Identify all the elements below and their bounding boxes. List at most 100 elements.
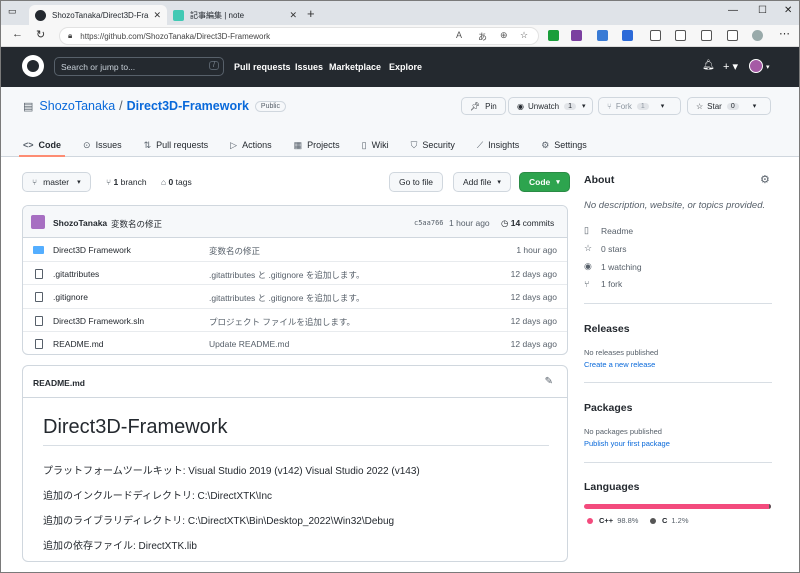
pencil-icon[interactable]: ✎: [545, 376, 553, 387]
extension-check-icon[interactable]: [548, 30, 559, 41]
file-name-link[interactable]: README.md: [53, 339, 104, 349]
favorite-icon[interactable]: ☆: [520, 30, 528, 41]
nav-pull-requests[interactable]: Pull requests: [234, 62, 291, 72]
tab-settings[interactable]: ⚙ Settings: [541, 133, 587, 157]
tab-code[interactable]: <> Code: [18, 133, 66, 157]
tab-label: Insights: [488, 140, 520, 150]
tag-icon: ⌂: [161, 177, 167, 187]
watching-link[interactable]: ◉ 1 watching: [584, 261, 642, 272]
pin-button[interactable]: 📌︎ Pin: [461, 97, 506, 115]
branches-link[interactable]: ⑂ 1 branch: [106, 177, 147, 187]
browser-tab-title: 記事編集 | note: [190, 10, 245, 20]
commits-count: 14: [510, 218, 521, 228]
stars-link[interactable]: ☆ 0 stars: [584, 243, 627, 254]
divider: [584, 462, 772, 463]
author-avatar[interactable]: [31, 215, 45, 229]
repo-name-link[interactable]: Direct3D-Framework: [127, 99, 249, 113]
commit-author[interactable]: ShozoTanaka: [53, 218, 107, 228]
collections-icon[interactable]: [701, 30, 712, 41]
create-new-icon[interactable]: + ▾: [723, 60, 738, 73]
language-cpp[interactable]: C++ 98.8%: [587, 516, 638, 525]
chevron-down-icon[interactable]: ▾: [766, 63, 770, 71]
go-to-file-button[interactable]: Go to file: [389, 172, 444, 192]
file-commit-message[interactable]: .gitattributes と .gitignore を追加します。: [209, 292, 365, 304]
commit-sha[interactable]: c5aa766: [414, 219, 444, 227]
profile-icon[interactable]: [752, 30, 763, 41]
watch-count: 1: [564, 102, 577, 110]
repo-owner-link[interactable]: ShozoTanaka: [39, 99, 115, 113]
read-aloud-icon[interactable]: A: [456, 30, 462, 40]
watching-label: 1 watching: [601, 261, 642, 272]
tab-actions-icon[interactable]: ▭: [8, 6, 17, 17]
language-c[interactable]: C 1.2%: [650, 516, 689, 525]
tab-wiki[interactable]: ▯ Wiki: [362, 133, 389, 157]
fork-button[interactable]: ⑂ Fork 1 ▾: [598, 97, 681, 115]
pen-ext-icon[interactable]: [622, 30, 633, 41]
tab-issues[interactable]: ⊙ Issues: [83, 133, 122, 157]
gear-icon[interactable]: ⚙: [760, 173, 770, 186]
close-tab-icon[interactable]: ✕: [289, 10, 297, 21]
chevron-down-icon: ▾: [752, 103, 757, 110]
readme-link[interactable]: ▯ Readme: [584, 225, 633, 236]
github-logo-icon[interactable]: [22, 55, 44, 77]
unwatch-button[interactable]: ◉ Unwatch 1 ▾: [508, 97, 593, 115]
file-name-link[interactable]: Direct3D Framework.sln: [53, 316, 144, 326]
file-commit-message[interactable]: プロジェクト ファイルを追加します。: [209, 316, 355, 328]
commits-label: commits: [522, 218, 555, 228]
history-icon: ◷: [501, 218, 509, 228]
maximize-icon[interactable]: ☐: [758, 5, 767, 16]
packages-heading[interactable]: Packages: [584, 402, 632, 414]
zoom-icon[interactable]: ⊕: [500, 30, 508, 41]
split-screen-icon[interactable]: [650, 30, 661, 41]
nav-marketplace[interactable]: Marketplace: [329, 62, 381, 72]
table-row: README.md Update README.md 12 days ago: [23, 332, 567, 354]
tags-link[interactable]: ⌂ 0 tags: [161, 177, 192, 187]
more-menu-icon[interactable]: ⋯: [779, 27, 790, 40]
minimize-icon[interactable]: —: [728, 5, 738, 16]
branch-selector[interactable]: ⑂ master ▾: [22, 172, 91, 192]
file-name-link[interactable]: .gitignore: [53, 292, 88, 302]
add-file-button[interactable]: Add file ▾: [453, 172, 511, 192]
forks-link[interactable]: ⑂ 1 fork: [584, 279, 622, 289]
star-button[interactable]: ☆ Star 0 ▾: [687, 97, 771, 115]
notifications-bell-icon[interactable]: 🔔︎: [702, 60, 715, 71]
commits-link[interactable]: ◷ 14 commits: [501, 218, 554, 229]
browser-tab-note[interactable]: 記事編集 | note ✕: [167, 5, 303, 25]
file-name-link[interactable]: Direct3D Framework: [53, 245, 131, 255]
new-tab-icon[interactable]: +: [307, 6, 315, 21]
browser-essentials-icon[interactable]: [727, 30, 738, 41]
window-close-icon[interactable]: ✕: [784, 5, 792, 16]
create-release-link[interactable]: Create a new release: [584, 360, 655, 369]
refresh-icon[interactable]: ↻: [36, 28, 45, 41]
code-button[interactable]: Code ▾: [519, 172, 570, 192]
avatar[interactable]: [749, 59, 763, 73]
file-name-link[interactable]: .gitattributes: [53, 269, 99, 279]
tab-projects[interactable]: ▦ Projects: [294, 133, 340, 157]
back-icon[interactable]: ←: [12, 28, 23, 40]
translate-icon[interactable]: あ: [478, 30, 487, 43]
tab-pull-requests[interactable]: ⇅ Pull requests: [144, 133, 209, 157]
file-icon: [35, 268, 43, 279]
nav-issues[interactable]: Issues: [295, 62, 323, 72]
pull-request-icon: ⇅: [143, 139, 152, 150]
address-bar[interactable]: 🔒︎ https://github.com/ShozoTanaka/Direct…: [59, 27, 539, 45]
commit-message[interactable]: 変数名の修正: [111, 218, 162, 230]
tab-security[interactable]: ⛉ Security: [411, 133, 455, 157]
file-commit-message[interactable]: Update README.md: [209, 339, 289, 349]
file-icon: [35, 315, 43, 326]
translate-ext-icon[interactable]: [597, 30, 608, 41]
tab-insights[interactable]: ⟋ Insights: [477, 133, 519, 157]
close-tab-icon[interactable]: ✕: [153, 10, 161, 21]
search-input[interactable]: Search or jump to... /: [54, 57, 224, 76]
tags-label: tags: [175, 177, 192, 187]
releases-heading[interactable]: Releases: [584, 323, 630, 335]
table-row: Direct3D Framework 変数名の修正 1 hour ago: [23, 238, 567, 262]
publish-package-link[interactable]: Publish your first package: [584, 439, 670, 448]
favorites-bar-icon[interactable]: [675, 30, 686, 41]
tab-actions[interactable]: ▷ Actions: [230, 133, 271, 157]
nav-explore[interactable]: Explore: [389, 62, 422, 72]
onenote-icon[interactable]: [571, 30, 582, 41]
browser-tab-github[interactable]: ShozoTanaka/Direct3D-Framewo ✕: [29, 5, 167, 25]
file-commit-message[interactable]: .gitattributes と .gitignore を追加します。: [209, 269, 365, 281]
file-commit-message[interactable]: 変数名の修正: [209, 245, 260, 257]
